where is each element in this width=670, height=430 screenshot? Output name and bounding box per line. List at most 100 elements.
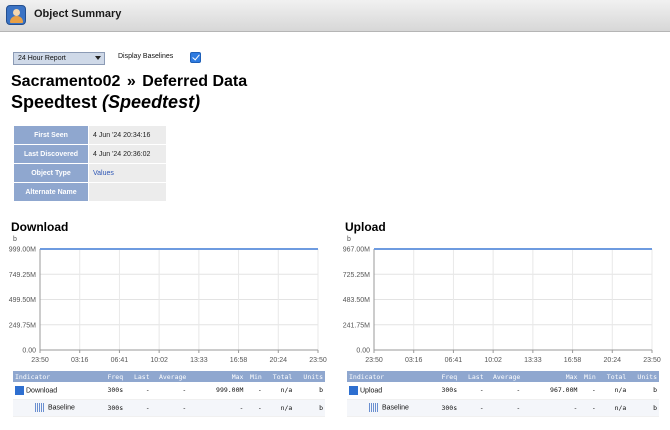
download-unit-label: b (13, 236, 17, 243)
breadcrumb-separator: » (126, 73, 136, 90)
property-value: 4 Jun '24 20:36:02 (88, 144, 167, 164)
window-title: Object Summary (34, 8, 122, 20)
y-tick-label: 0.00 (22, 348, 36, 355)
indicator-link[interactable]: Baseline (48, 405, 75, 412)
report-period-select[interactable]: 24 Hour Report (13, 52, 105, 65)
total-cell: n/a (597, 399, 629, 417)
x-tick-label: 10:02 (484, 357, 502, 364)
average-cell: - (151, 399, 189, 417)
col-indicator: Indicator (13, 371, 99, 382)
average-cell: - (151, 382, 189, 400)
indicator-row[interactable]: Baseline 300s - - - - n/a b (13, 399, 325, 417)
main-content: 24 Hour Report Display Baselines Sacrame… (0, 33, 670, 430)
download-chart-title: Download (11, 220, 69, 234)
min-cell: - (579, 399, 598, 417)
indicator-link[interactable]: Upload (360, 387, 382, 394)
col-min: Min (245, 371, 264, 382)
report-period-value: 24 Hour Report (18, 55, 66, 62)
upload-indicator-table: Indicator Freq Last Average Max Min Tota… (347, 371, 659, 417)
col-last: Last (459, 371, 486, 382)
units-cell: b (628, 399, 659, 417)
x-tick-label: 03:16 (71, 357, 89, 364)
object-type-link[interactable]: Values (88, 163, 167, 183)
min-cell: - (579, 382, 598, 400)
y-tick-label: 483.50M (343, 297, 370, 304)
total-cell: n/a (263, 382, 295, 400)
display-baselines-checkbox[interactable] (190, 52, 201, 63)
property-row: First Seen 4 Jun '24 20:34:16 (13, 125, 167, 145)
col-freq: Freq (98, 371, 126, 382)
y-tick-label: 0.00 (356, 348, 370, 355)
app-icon-body (10, 16, 23, 23)
last-cell: - (459, 382, 486, 400)
col-last: Last (125, 371, 152, 382)
max-cell: 967.00M (522, 382, 580, 400)
upload-unit-label: b (347, 236, 351, 243)
baseline-swatch-icon (369, 403, 378, 412)
x-tick-label: 03:16 (405, 357, 423, 364)
freq-cell: 300s (432, 399, 460, 417)
col-max: Max (522, 371, 580, 382)
indicator-name-cell: Upload (347, 382, 433, 400)
indicator-header-row: Indicator Freq Last Average Max Min Tota… (347, 371, 659, 382)
x-tick-label: 23:50 (31, 357, 49, 364)
x-tick-label: 20:24 (604, 357, 622, 364)
property-label: Alternate Name (13, 182, 89, 202)
min-cell: - (245, 399, 264, 417)
x-tick-label: 23:50 (365, 357, 383, 364)
units-cell: b (294, 382, 325, 400)
units-cell: b (628, 382, 659, 400)
x-tick-label: 06:41 (111, 357, 129, 364)
property-label: Object Type (13, 163, 89, 183)
x-tick-label: 10:02 (150, 357, 168, 364)
property-label: First Seen (13, 125, 89, 145)
y-tick-label: 499.50M (9, 297, 36, 304)
last-cell: - (459, 399, 486, 417)
indicator-row[interactable]: Upload 300s - - 967.00M - n/a b (347, 382, 659, 400)
indicator-name-cell: Baseline (347, 399, 433, 417)
chevron-down-icon (95, 56, 101, 60)
window-titlebar: Object Summary (0, 0, 670, 32)
user-app-icon (6, 5, 26, 25)
breadcrumb-section: Deferred Data (142, 73, 248, 90)
average-cell: - (485, 382, 523, 400)
col-total: Total (597, 371, 629, 382)
indicator-header-row: Indicator Freq Last Average Max Min Tota… (13, 371, 325, 382)
col-units: Units (294, 371, 325, 382)
property-row: Object Type Values (13, 163, 167, 183)
col-freq: Freq (432, 371, 460, 382)
y-tick-label: 725.25M (343, 272, 370, 279)
indicator-row[interactable]: Baseline 300s - - - - n/a b (347, 399, 659, 417)
breadcrumb-parent[interactable]: Sacramento02 (11, 73, 120, 90)
max-cell: - (522, 399, 580, 417)
last-cell: - (125, 382, 152, 400)
breadcrumb: Sacramento02 » Deferred Data (11, 73, 247, 91)
app-icon-head (13, 9, 20, 16)
x-tick-label: 16:58 (230, 357, 248, 364)
object-type-name: (Speedtest) (102, 92, 201, 112)
max-cell: 999.00M (188, 382, 246, 400)
x-tick-label: 16:58 (564, 357, 582, 364)
col-units: Units (628, 371, 659, 382)
property-label: Last Discovered (13, 144, 89, 164)
col-indicator: Indicator (347, 371, 433, 382)
col-average: Average (151, 371, 189, 382)
y-tick-label: 241.75M (343, 322, 370, 329)
col-average: Average (485, 371, 523, 382)
average-cell: - (485, 399, 523, 417)
y-tick-label: 749.25M (9, 272, 36, 279)
max-cell: - (188, 399, 246, 417)
property-value (88, 182, 167, 202)
indicator-link[interactable]: Download (26, 387, 57, 394)
x-tick-label: 13:33 (524, 357, 542, 364)
total-cell: n/a (597, 382, 629, 400)
property-row: Alternate Name (13, 182, 167, 202)
last-cell: - (125, 399, 152, 417)
col-total: Total (263, 371, 295, 382)
x-tick-label: 20:24 (270, 357, 288, 364)
y-tick-label: 249.75M (9, 322, 36, 329)
indicator-row[interactable]: Download 300s - - 999.00M - n/a b (13, 382, 325, 400)
properties-table: First Seen 4 Jun '24 20:34:16 Last Disco… (13, 125, 167, 202)
total-cell: n/a (263, 399, 295, 417)
indicator-link[interactable]: Baseline (382, 405, 409, 412)
